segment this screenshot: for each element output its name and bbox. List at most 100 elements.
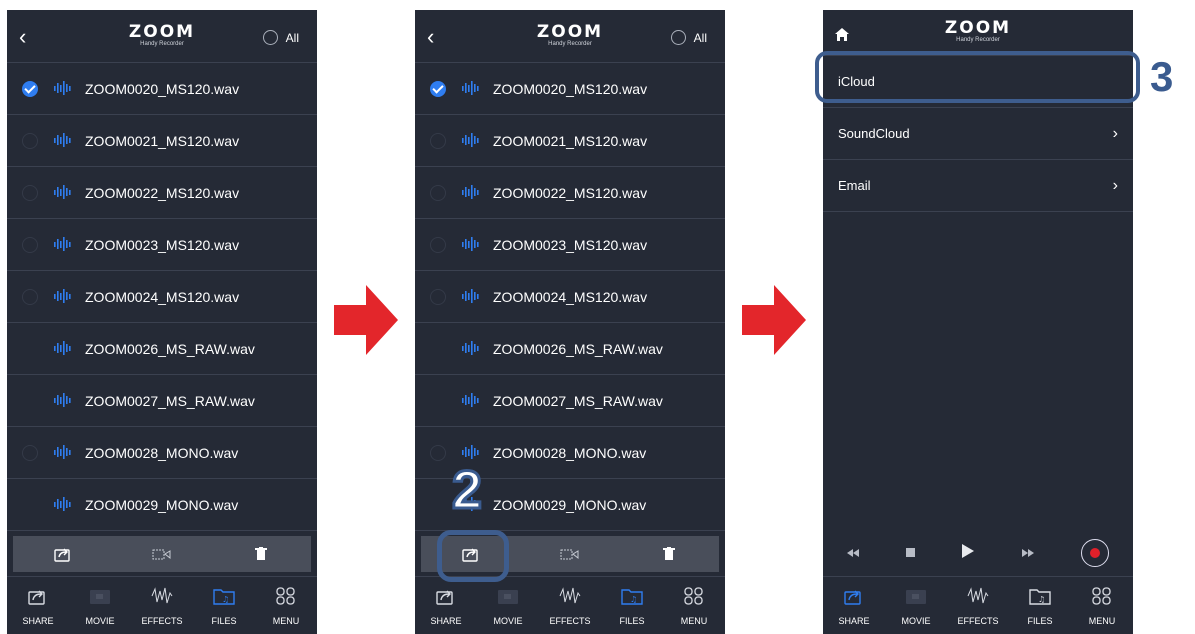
file-row[interactable]: ZOOM0027_MS_RAW.wav: [415, 375, 725, 427]
chevron-right-icon: ›: [1112, 176, 1118, 194]
tab-label: EFFECTS: [549, 616, 591, 626]
wave-icon: [462, 81, 482, 100]
share-option-email[interactable]: Email ›: [823, 160, 1133, 212]
wave-icon: [462, 445, 479, 459]
share-option-soundcloud[interactable]: SoundCloud ›: [823, 108, 1133, 160]
tab-files[interactable]: ♫ FILES: [602, 577, 662, 634]
wave-icon: [54, 289, 74, 308]
share-file-button[interactable]: [48, 542, 78, 566]
delete-icon: [255, 547, 268, 560]
svg-text:♫: ♫: [1038, 595, 1045, 604]
wave-icon: [462, 185, 482, 204]
file-name: ZOOM0023_MS120.wav: [85, 236, 240, 253]
tab-label: MENU: [680, 616, 708, 626]
menu-icon: [1092, 587, 1112, 610]
bottom-tab-bar: SHARE MOVIE EFFECTS ♫ FILES MENU: [7, 576, 317, 634]
file-row[interactable]: ZOOM0020_MS120.wav: [415, 63, 725, 115]
wave-icon: [54, 289, 71, 303]
checked-checkbox-icon[interactable]: [22, 80, 38, 97]
file-row[interactable]: ZOOM0028_MONO.wav: [7, 427, 317, 479]
file-row[interactable]: ZOOM0023_MS120.wav: [415, 219, 725, 271]
wave-icon: [54, 133, 74, 152]
tab-menu[interactable]: MENU: [1072, 577, 1132, 634]
tab-menu[interactable]: MENU: [664, 577, 724, 634]
checkbox[interactable]: [430, 288, 446, 305]
select-all-radio[interactable]: [670, 30, 686, 45]
export-movie-button[interactable]: [147, 542, 177, 566]
select-all[interactable]: All: [262, 30, 299, 45]
file-row[interactable]: ZOOM0022_MS120.wav: [415, 167, 725, 219]
file-name: ZOOM0020_MS120.wav: [85, 80, 240, 97]
checkbox[interactable]: [22, 236, 38, 253]
tab-movie[interactable]: MOVIE: [478, 577, 538, 634]
tab-effects[interactable]: EFFECTS: [132, 577, 192, 634]
file-row[interactable]: ZOOM0026_MS_RAW.wav: [7, 323, 317, 375]
tab-label: FILES: [619, 616, 645, 626]
select-all[interactable]: All: [670, 30, 707, 45]
wave-icon: [54, 393, 71, 407]
icloud-highlight: [815, 51, 1140, 103]
file-row[interactable]: ZOOM0020_MS120.wav: [7, 63, 317, 115]
share-destination-screen: ZOOM Handy Recorder iCloud SoundCloud › Ema…: [823, 10, 1133, 634]
effects-icon: [559, 587, 581, 610]
fast-forward-icon[interactable]: [1021, 544, 1034, 562]
checkbox[interactable]: [430, 132, 446, 149]
wave-icon: [54, 445, 71, 459]
file-row[interactable]: ZOOM0023_MS120.wav: [7, 219, 317, 271]
file-row[interactable]: ZOOM0027_MS_RAW.wav: [7, 375, 317, 427]
file-row[interactable]: ZOOM0026_MS_RAW.wav: [415, 323, 725, 375]
export-movie-button[interactable]: [555, 542, 585, 566]
wave-icon: [54, 497, 74, 516]
tab-label: SHARE: [430, 616, 462, 626]
file-row[interactable]: ZOOM0021_MS120.wav: [415, 115, 725, 167]
file-name: ZOOM0029_MONO.wav: [85, 496, 239, 513]
share-icon: [28, 587, 48, 610]
file-name: ZOOM0022_MS120.wav: [493, 184, 648, 201]
movie-icon: [152, 549, 171, 560]
file-row[interactable]: ZOOM0021_MS120.wav: [7, 115, 317, 167]
wave-icon: [54, 185, 74, 204]
tab-files[interactable]: ♫ FILES: [194, 577, 254, 634]
tab-effects[interactable]: EFFECTS: [948, 577, 1008, 634]
rewind-icon[interactable]: [846, 544, 859, 562]
wave-icon: [54, 341, 71, 355]
share-option-label: Email: [838, 178, 871, 193]
stop-icon[interactable]: [906, 544, 916, 562]
tab-label: MENU: [272, 616, 300, 626]
delete-button[interactable]: [654, 542, 684, 566]
tab-movie[interactable]: MOVIE: [70, 577, 130, 634]
app-logo: ZOOM Handy Recorder: [823, 20, 1133, 44]
files-icon: ♫: [1029, 587, 1051, 610]
logo-brand: ZOOM: [944, 18, 1012, 38]
wave-icon: [462, 237, 482, 256]
checkbox[interactable]: [22, 444, 38, 461]
checkbox[interactable]: [22, 132, 38, 149]
checked-checkbox-icon[interactable]: [430, 80, 446, 97]
checkbox[interactable]: [430, 184, 446, 201]
checkbox[interactable]: [430, 236, 446, 253]
file-row[interactable]: ZOOM0024_MS120.wav: [415, 271, 725, 323]
checkbox[interactable]: [22, 184, 38, 201]
file-row[interactable]: ZOOM0024_MS120.wav: [7, 271, 317, 323]
tab-menu[interactable]: MENU: [256, 577, 316, 634]
tab-share[interactable]: SHARE: [824, 577, 884, 634]
tab-files[interactable]: ♫ FILES: [1010, 577, 1070, 634]
tab-label: SHARE: [22, 616, 54, 626]
file-list-screen: ‹ ZOOM Handy Recorder All ZOOM0020_MS120…: [7, 10, 317, 634]
tab-share[interactable]: SHARE: [8, 577, 68, 634]
menu-icon: [684, 587, 704, 610]
tab-movie[interactable]: MOVIE: [886, 577, 946, 634]
play-icon[interactable]: [962, 543, 975, 563]
record-button[interactable]: [1081, 539, 1110, 567]
checkbox[interactable]: [430, 444, 446, 461]
select-all-radio[interactable]: [262, 30, 278, 45]
delete-button[interactable]: [246, 542, 276, 566]
tab-effects[interactable]: EFFECTS: [540, 577, 600, 634]
file-row[interactable]: ZOOM0029_MONO.wav: [7, 479, 317, 531]
svg-text:♫: ♫: [630, 595, 637, 604]
checkbox[interactable]: [22, 288, 38, 305]
transport-controls: [823, 528, 1133, 578]
wave-icon: [462, 185, 479, 199]
file-row[interactable]: ZOOM0022_MS120.wav: [7, 167, 317, 219]
tab-share[interactable]: SHARE: [416, 577, 476, 634]
